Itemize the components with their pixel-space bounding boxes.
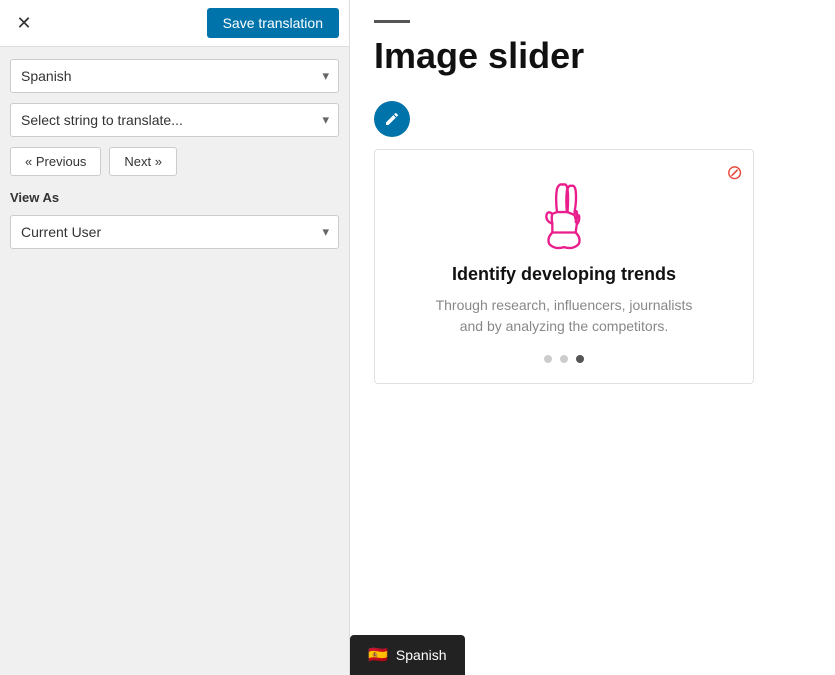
language-badge[interactable]: 🇪🇸 Spanish	[350, 635, 465, 675]
card-title: Identify developing trends	[395, 264, 733, 285]
panel-body: Spanish French German Italian Portuguese…	[0, 47, 349, 261]
close-icon: ✕	[16, 13, 31, 34]
slider-card: ⊘ Identify developing trends	[374, 149, 754, 384]
card-description: Through research, influencers, journalis…	[424, 295, 704, 337]
string-select[interactable]: Select string to translate...	[10, 103, 339, 137]
language-select-wrapper: Spanish French German Italian Portuguese	[10, 59, 339, 93]
page-title: Image slider	[374, 35, 811, 77]
view-as-label: View As	[10, 190, 339, 205]
view-as-select[interactable]: Current User Administrator Editor Subscr…	[10, 215, 339, 249]
block-icon: ⊘	[726, 160, 743, 185]
spain-flag-icon: 🇪🇸	[368, 645, 388, 665]
page-divider	[374, 20, 410, 23]
language-badge-label: Spanish	[396, 647, 447, 663]
previous-button[interactable]: « Previous	[10, 147, 101, 176]
right-panel: Image slider ⊘	[350, 0, 835, 675]
edit-button[interactable]	[374, 101, 410, 137]
save-translation-button[interactable]: Save translation	[207, 8, 339, 38]
dot-2[interactable]	[560, 355, 568, 363]
next-button[interactable]: Next »	[109, 147, 177, 176]
pencil-icon	[384, 111, 400, 127]
peace-hand-icon	[529, 180, 599, 250]
string-select-wrapper: Select string to translate...	[10, 103, 339, 137]
view-as-select-wrapper: Current User Administrator Editor Subscr…	[10, 215, 339, 249]
close-button[interactable]: ✕	[10, 9, 38, 37]
slider-dots	[395, 355, 733, 363]
dot-1[interactable]	[544, 355, 552, 363]
top-bar: ✕ Save translation	[0, 0, 349, 47]
nav-buttons: « Previous Next »	[10, 147, 339, 176]
dot-3[interactable]	[576, 355, 584, 363]
language-select[interactable]: Spanish French German Italian Portuguese	[10, 59, 339, 93]
left-panel: ✕ Save translation Spanish French German…	[0, 0, 350, 675]
